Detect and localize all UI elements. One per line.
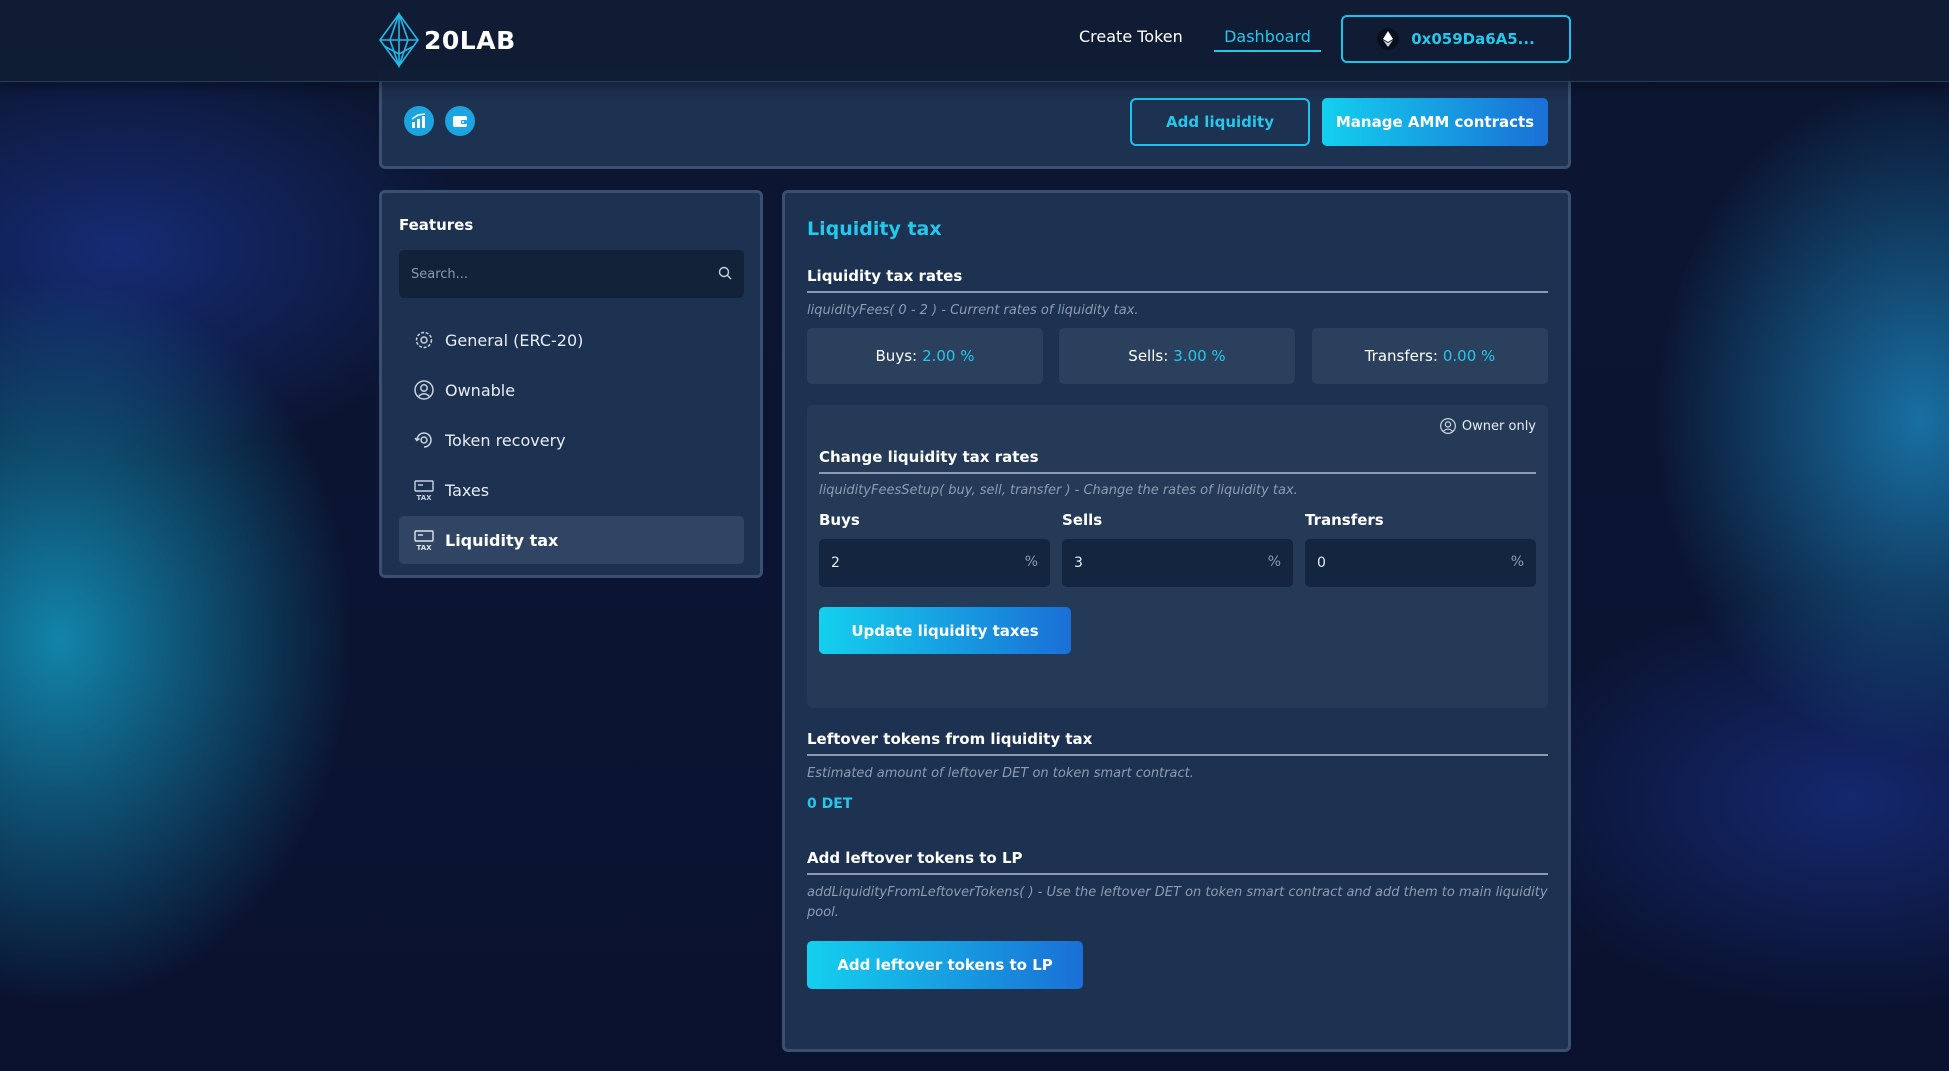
sidebar-item-label: Token recovery <box>445 430 566 450</box>
rate-box-sells: Sells: 3.00 % <box>1059 328 1295 384</box>
logo-diamond-icon <box>379 12 419 68</box>
field-label-sells: Sells <box>1062 511 1103 529</box>
section-desc-add-lp: addLiquidityFromLeftoverTokens( ) - Use … <box>807 885 1548 920</box>
buys-field: % <box>819 539 1050 587</box>
rate-value: 2.00 % <box>922 347 975 365</box>
owner-only-label: Owner only <box>1461 418 1536 434</box>
percent-unit: % <box>1267 554 1281 570</box>
search-input[interactable] <box>399 250 744 298</box>
sidebar-item-label: Ownable <box>445 380 516 400</box>
section-desc-rates: liquidityFees( 0 - 2 ) - Current rates o… <box>807 303 1139 318</box>
leftover-amount: 0 DET <box>807 796 853 812</box>
ethereum-icon <box>1377 28 1400 50</box>
section-desc-change: liquidityFeesSetup( buy, sell, transfer … <box>819 483 1298 498</box>
owner-only-badge: Owner only <box>1439 417 1536 435</box>
logo[interactable]: 20LAB <box>378 12 516 68</box>
wallet-icon[interactable] <box>445 106 475 136</box>
percent-unit: % <box>1510 554 1524 570</box>
manage-amm-contracts-button[interactable]: Manage AMM contracts <box>1322 98 1548 146</box>
field-label-buys: Buys <box>819 511 860 529</box>
wallet-button[interactable]: 0x059Da6A5... <box>1341 15 1571 63</box>
sidebar-item-label: General (ERC-20) <box>445 330 584 350</box>
percent-unit: % <box>1024 554 1038 570</box>
sidebar-item-ownable[interactable]: Ownable <box>399 366 744 414</box>
svg-text:TAX: TAX <box>416 494 432 501</box>
section-desc-leftover: Estimated amount of leftover DET on toke… <box>807 766 1194 781</box>
rate-label: Sells: <box>1128 347 1169 365</box>
rate-label: Buys: <box>875 347 918 365</box>
rate-box-transfers: Transfers: 0.00 % <box>1312 328 1548 384</box>
rate-label: Transfers: <box>1364 347 1438 365</box>
page-title: Liquidity tax <box>807 218 942 240</box>
user-circle-icon <box>413 379 435 401</box>
tax-icon: TAX <box>413 529 435 551</box>
svg-text:TAX: TAX <box>416 544 432 551</box>
rate-box-buys: Buys: 2.00 % <box>807 328 1043 384</box>
feature-search <box>399 250 744 298</box>
sidebar-item-taxes[interactable]: TAX Taxes <box>399 466 744 514</box>
rate-value: 3.00 % <box>1173 347 1226 365</box>
logo-text: 20LAB <box>424 25 516 55</box>
wallet-address: 0x059Da6A5... <box>1411 30 1535 48</box>
tax-icon: TAX <box>413 479 435 501</box>
liquidity-tax-panel: Liquidity tax Liquidity tax rates liquid… <box>782 190 1571 1052</box>
change-rates-card: Owner only Change liquidity tax rates li… <box>807 405 1548 708</box>
top-header: 20LAB Create Token Dashboard 0x059Da6A5.… <box>0 0 1949 82</box>
nav-dashboard[interactable]: Dashboard <box>1214 27 1321 52</box>
field-label-transfers: Transfers <box>1305 511 1384 529</box>
gear-icon <box>413 329 435 351</box>
sidebar-item-liquidity-tax[interactable]: TAX Liquidity tax <box>399 516 744 564</box>
update-liquidity-taxes-button[interactable]: Update liquidity taxes <box>819 607 1071 654</box>
sells-input[interactable] <box>1062 539 1293 587</box>
token-actions-card: Add liquidity Manage AMM contracts <box>379 70 1571 169</box>
add-leftover-to-lp-button[interactable]: Add leftover tokens to LP <box>807 941 1083 989</box>
section-title-leftover: Leftover tokens from liquidity tax <box>807 730 1548 756</box>
sells-field: % <box>1062 539 1293 587</box>
chart-icon[interactable] <box>404 106 434 136</box>
rate-value: 0.00 % <box>1442 347 1496 365</box>
features-sidebar: Features General (ERC-20) Ownable <box>379 190 763 578</box>
search-icon[interactable] <box>718 266 732 280</box>
section-title-add-lp: Add leftover tokens to LP <box>807 849 1548 875</box>
sidebar-item-label: Liquidity tax <box>445 530 559 550</box>
sidebar-item-label: Taxes <box>445 480 490 500</box>
buys-input[interactable] <box>819 539 1050 587</box>
transfers-field: % <box>1305 539 1536 587</box>
sidebar-title: Features <box>399 216 474 234</box>
recovery-icon <box>413 429 435 451</box>
add-liquidity-button[interactable]: Add liquidity <box>1130 98 1310 146</box>
user-circle-icon <box>1439 418 1456 434</box>
section-title-rates: Liquidity tax rates <box>807 267 1548 293</box>
section-title-change: Change liquidity tax rates <box>819 448 1536 474</box>
transfers-input[interactable] <box>1305 539 1536 587</box>
sidebar-item-token-recovery[interactable]: Token recovery <box>399 416 744 464</box>
sidebar-item-general[interactable]: General (ERC-20) <box>399 316 744 364</box>
nav-create-token[interactable]: Create Token <box>1079 27 1183 46</box>
